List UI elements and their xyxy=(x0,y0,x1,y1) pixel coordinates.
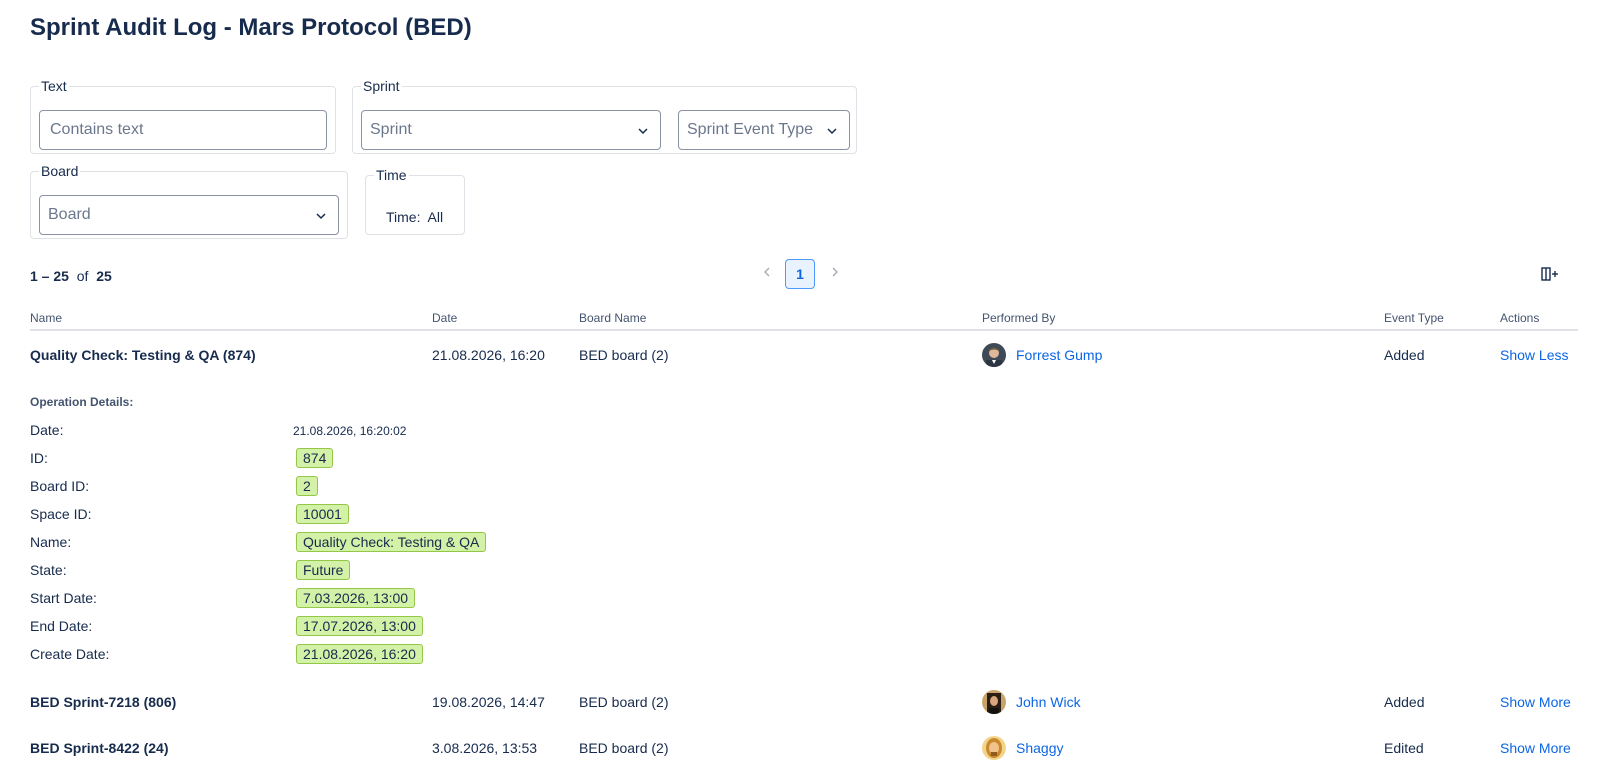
chevron-left-icon[interactable] xyxy=(757,262,777,282)
chevron-down-icon xyxy=(316,213,326,220)
result-total: 25 xyxy=(96,268,112,284)
row-event-type: Added xyxy=(1384,694,1425,710)
sprint-select[interactable]: Sprint xyxy=(361,110,661,150)
detail-value-chip: Quality Check: Testing & QA xyxy=(296,532,487,552)
show-less-link[interactable]: Show Less xyxy=(1500,347,1568,363)
detail-label: Date: xyxy=(30,422,64,438)
detail-label: State: xyxy=(30,562,67,578)
row-event-type: Added xyxy=(1384,347,1425,363)
detail-label: Board ID: xyxy=(30,478,90,494)
detail-value-chip: 17.07.2026, 13:00 xyxy=(296,616,423,636)
chevron-down-icon xyxy=(638,128,648,135)
detail-label: End Date: xyxy=(30,618,93,634)
user-link[interactable]: Forrest Gump xyxy=(1016,347,1102,363)
row-name: Quality Check: Testing & QA (874) xyxy=(30,347,256,363)
text-search-field[interactable] xyxy=(39,110,327,150)
detail-value-chip: 874 xyxy=(296,448,334,468)
avatar xyxy=(982,343,1006,367)
detail-date-value: 21.08.2026, 16:20:02 xyxy=(293,424,407,438)
column-header-event-type[interactable]: Event Type xyxy=(1384,311,1444,325)
column-header-actions: Actions xyxy=(1500,311,1540,325)
text-filter-legend: Text xyxy=(41,78,67,94)
page-title: Sprint Audit Log - Mars Protocol (BED) xyxy=(30,14,472,41)
detail-label: Name: xyxy=(30,534,72,550)
avatar xyxy=(982,690,1006,714)
row-board: BED board (2) xyxy=(579,694,669,710)
column-header-name[interactable]: Name xyxy=(30,311,62,325)
row-board: BED board (2) xyxy=(579,740,669,756)
board-filter-legend: Board xyxy=(41,163,79,179)
column-header-performed-by[interactable]: Performed By xyxy=(982,311,1055,325)
detail-value-chip: Future xyxy=(296,560,351,580)
sprint-filter-legend: Sprint xyxy=(363,78,400,94)
show-more-link[interactable]: Show More xyxy=(1500,740,1571,756)
text-filter-group: Text xyxy=(30,78,336,154)
detail-value-chip: 2 xyxy=(296,476,318,496)
detail-label: Start Date: xyxy=(30,590,97,606)
column-header-board[interactable]: Board Name xyxy=(579,311,646,325)
board-select[interactable]: Board xyxy=(39,195,339,235)
row-name: BED Sprint-8422 (24) xyxy=(30,740,169,756)
time-label: Time: xyxy=(386,209,421,225)
sprint-event-type-select[interactable]: Sprint Event Type xyxy=(678,110,850,150)
sprint-select-placeholder: Sprint xyxy=(370,121,412,138)
row-name: BED Sprint-7218 (806) xyxy=(30,694,177,710)
page-button-1[interactable]: 1 xyxy=(785,259,815,289)
result-count: 1 – 25 of 25 xyxy=(30,268,112,284)
detail-value-chip: 21.08.2026, 16:20 xyxy=(296,644,423,664)
row-date: 21.08.2026, 16:20 xyxy=(432,347,545,363)
time-filter-legend: Time xyxy=(376,167,407,183)
detail-value-chip: 7.03.2026, 13:00 xyxy=(296,588,416,608)
add-column-icon[interactable] xyxy=(1540,264,1560,284)
row-board: BED board (2) xyxy=(579,347,669,363)
column-header-date[interactable]: Date xyxy=(432,311,457,325)
show-more-link[interactable]: Show More xyxy=(1500,694,1571,710)
user-link[interactable]: Shaggy xyxy=(1016,740,1063,756)
sprint-filter-group: Sprint Sprint Sprint Event Type xyxy=(352,78,857,154)
row-date: 3.08.2026, 13:53 xyxy=(432,740,538,756)
detail-value-chip: 10001 xyxy=(296,504,349,524)
result-of: of xyxy=(76,268,89,284)
row-event-type: Edited xyxy=(1384,740,1424,756)
text-search-input[interactable] xyxy=(48,120,318,140)
time-value: All xyxy=(427,209,444,225)
details-title: Operation Details: xyxy=(30,395,134,409)
chevron-right-icon[interactable] xyxy=(825,262,845,282)
time-filter-group[interactable]: Time Time: All xyxy=(365,167,465,235)
sprint-event-type-placeholder: Sprint Event Type xyxy=(687,121,813,138)
detail-label: ID: xyxy=(30,450,48,466)
user-link[interactable]: John Wick xyxy=(1016,694,1081,710)
detail-label: Create Date: xyxy=(30,646,110,662)
board-filter-group: Board Board xyxy=(30,163,348,239)
avatar xyxy=(982,736,1006,760)
chevron-down-icon xyxy=(827,128,837,135)
header-divider xyxy=(30,329,1578,331)
time-filter-value[interactable]: Time: All xyxy=(386,209,443,225)
row-date: 19.08.2026, 14:47 xyxy=(432,694,545,710)
board-select-placeholder: Board xyxy=(48,206,91,223)
result-range: 1 – 25 xyxy=(30,268,69,284)
detail-label: Space ID: xyxy=(30,506,92,522)
